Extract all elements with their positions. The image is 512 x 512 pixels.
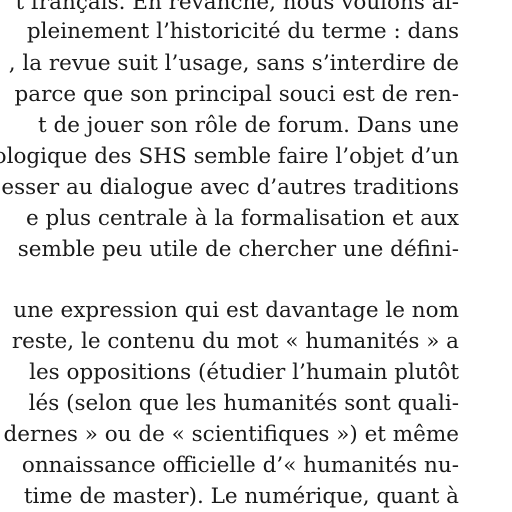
text-line: dernes » ou de « scientifiques ») et mêm… (3, 422, 460, 447)
text-line: une expression qui est davantage le nom (13, 298, 459, 323)
text-line: lés (selon que les humanités sont quali- (28, 391, 459, 416)
text-line: time de master). Le numérique, quant à (23, 484, 459, 509)
text-line: e plus centrale à la formalisation et au… (26, 206, 459, 231)
text-line: semble peu utile de chercher une défini- (17, 237, 459, 262)
text-line: reste, le contenu du mot « humanités » a (11, 329, 459, 354)
text-line: les oppositions (étudier l’humain plutôt (29, 360, 459, 385)
text-line: parce que son principal souci est de ren… (14, 82, 460, 107)
text-line: ologique des SHS semble faire l’objet d’… (0, 144, 459, 169)
text-line: esser au dialogue avec d’autres traditio… (1, 175, 459, 200)
text-line: , la revue suit l’usage, sans s’interdir… (8, 51, 459, 76)
text-line: pleinement l’historicité du terme : dans (26, 19, 459, 44)
text-line: onnaissance officielle d’« humanités nu- (21, 453, 459, 478)
document-page: t français. En revanche, nous voulons af… (0, 0, 512, 512)
text-line: t de jouer son rôle de forum. Dans une (38, 113, 459, 138)
text-line: t français. En revanche, nous voulons af… (15, 0, 459, 15)
